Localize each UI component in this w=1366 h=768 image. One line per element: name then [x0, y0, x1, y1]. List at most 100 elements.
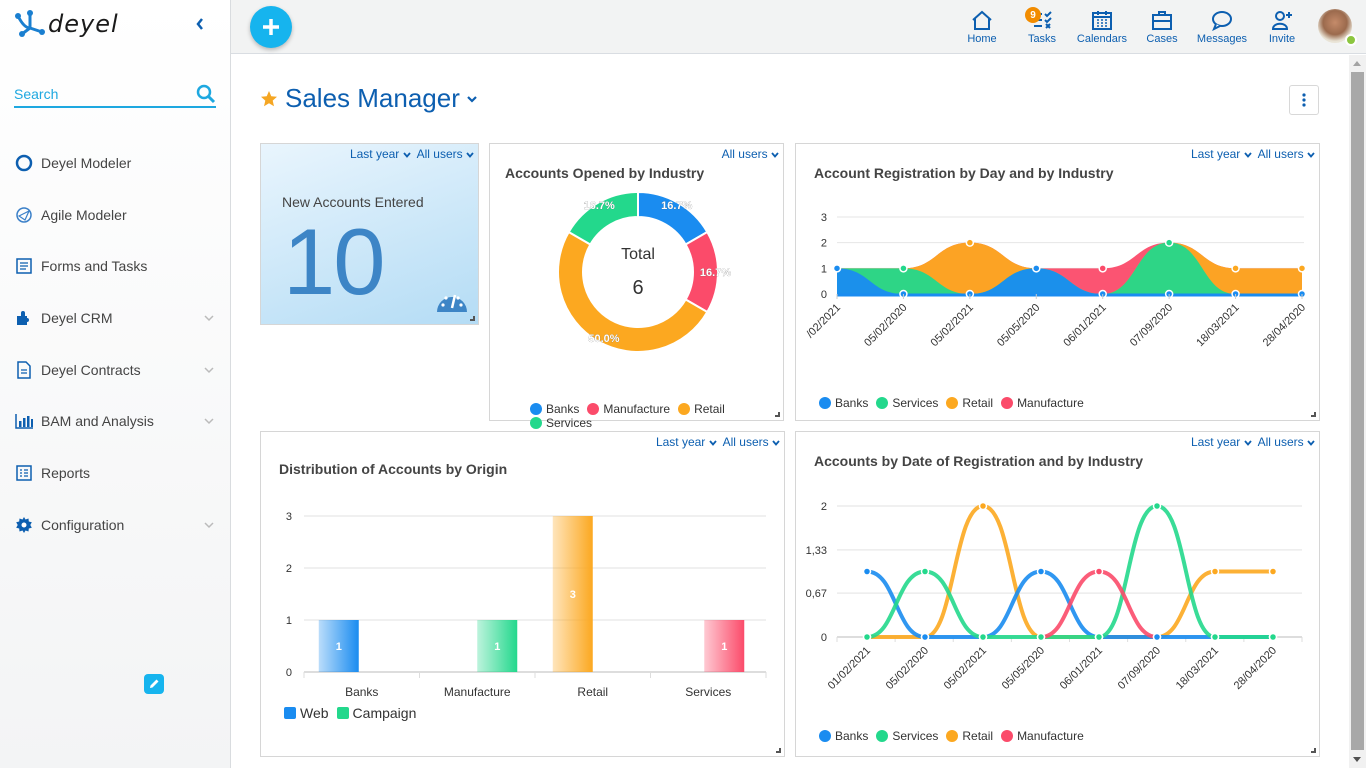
y-tick-label: 2 — [821, 501, 827, 513]
sidebar-item-reports[interactable]: Reports — [0, 447, 230, 499]
sidebar-item-label: Deyel Modeler — [41, 154, 132, 171]
widget-account-registration-by-day: Last year All users Account Registration… — [795, 143, 1320, 421]
donut-center-value: 6 — [632, 277, 643, 299]
vertical-scrollbar[interactable] — [1349, 55, 1366, 768]
legend-item[interactable]: Retail — [946, 396, 993, 410]
y-tick-label: 0 — [821, 632, 827, 644]
legend-label: Services — [892, 729, 939, 743]
line-point — [862, 567, 872, 576]
resize-handle[interactable] — [1311, 412, 1316, 417]
star-icon[interactable] — [260, 90, 278, 108]
resize-handle[interactable] — [776, 748, 781, 753]
collapse-sidebar-button[interactable] — [195, 15, 205, 36]
sidebar-item-forms-and-tasks[interactable]: Forms and Tasks — [0, 240, 230, 292]
x-tick-label: Services — [685, 685, 731, 699]
legend-item[interactable]: Manufacture — [587, 402, 670, 416]
legend-item[interactable]: Banks — [819, 396, 868, 410]
users-filter[interactable]: All users — [417, 147, 474, 161]
circle-ring-icon — [15, 154, 33, 172]
period-filter-label: Last year — [349, 147, 400, 161]
line-point — [1152, 632, 1162, 642]
page-title-text: Sales Manager — [285, 83, 460, 113]
scrollbar-thumb[interactable] — [1351, 72, 1364, 750]
x-tick-label: 05/02/2020 — [884, 645, 931, 692]
sidebar-item-deyel-modeler[interactable]: Deyel Modeler — [0, 137, 230, 189]
edit-menu-button[interactable] — [144, 674, 164, 694]
x-tick-label: 01/02/2021 — [826, 645, 873, 692]
legend-item[interactable]: Retail — [946, 729, 993, 743]
chevron-down-icon — [204, 367, 214, 373]
search-input[interactable] — [14, 82, 184, 106]
nav-messages[interactable]: Messages — [1192, 0, 1252, 45]
report-icon — [15, 464, 33, 482]
legend-swatch — [587, 403, 600, 415]
search-icon[interactable] — [196, 84, 216, 104]
sidebar-item-label: Deyel Contracts — [41, 361, 141, 378]
donut-chart: 16.7% 16.7% 50.0% 16.7% Total 6 — [557, 190, 731, 353]
nav-invite[interactable]: Invite — [1252, 0, 1312, 45]
legend-item[interactable]: Retail — [678, 402, 725, 416]
form-icon — [15, 257, 33, 275]
bar-value-label: 3 — [570, 589, 576, 601]
chart-legend: Web Campaign — [284, 705, 424, 721]
widget-filters: Last year All users — [350, 147, 474, 161]
nav-tasks[interactable]: 9 Tasks — [1012, 0, 1072, 45]
more-options-button[interactable] — [1289, 85, 1319, 115]
y-tick-label: 1 — [821, 263, 827, 275]
legend-item[interactable]: Banks — [530, 402, 579, 416]
sidebar-item-bam-and-analysis[interactable]: BAM and Analysis — [0, 395, 230, 447]
scroll-down-arrow[interactable] — [1353, 757, 1361, 762]
user-avatar[interactable] — [1318, 9, 1357, 46]
sidebar-item-deyel-contracts[interactable]: Deyel Contracts — [0, 344, 230, 396]
chat-icon — [1212, 11, 1232, 31]
line-point — [1268, 632, 1278, 642]
legend-label: Manufacture — [1017, 729, 1084, 743]
legend-label: Banks — [835, 729, 869, 743]
bar-value-label: 1 — [336, 641, 342, 653]
sidebar-item-configuration[interactable]: Configuration — [0, 499, 230, 551]
nav-calendars[interactable]: Calendars — [1072, 0, 1132, 45]
area-point — [899, 264, 908, 273]
resize-handle[interactable] — [1311, 748, 1316, 753]
logo-mark-icon — [15, 10, 45, 37]
pencil-icon — [150, 679, 159, 688]
legend-item[interactable]: Manufacture — [1001, 729, 1084, 743]
page-title[interactable]: Sales Manager — [260, 83, 479, 114]
legend-item[interactable]: Services — [876, 729, 938, 743]
x-tick-label: 05/02/2020 — [862, 302, 909, 349]
legend-swatch — [336, 707, 349, 719]
sidebar: deyel Deyel Modeler Agile Modeler Forms … — [0, 0, 231, 768]
area-point — [965, 238, 975, 247]
top-nav: Home 9 Tasks Calendars Cases Messages In… — [952, 0, 1366, 54]
nav-cases[interactable]: Cases — [1132, 0, 1192, 45]
sidebar-item-deyel-crm[interactable]: Deyel CRM — [0, 292, 230, 344]
scroll-up-arrow[interactable] — [1353, 61, 1361, 66]
legend-item[interactable]: Web — [284, 705, 329, 721]
bar-chart-icon — [15, 412, 33, 430]
resize-handle[interactable] — [775, 412, 780, 417]
bar-value-label: 1 — [494, 641, 500, 653]
donut-center-label: Total — [621, 246, 655, 263]
legend-item[interactable]: Manufacture — [1001, 396, 1084, 410]
sidebar-item-agile-modeler[interactable]: Agile Modeler — [0, 189, 230, 241]
resize-handle[interactable] — [470, 316, 475, 321]
chevron-down-icon — [204, 315, 214, 321]
legend-item[interactable]: Services — [876, 396, 938, 410]
chevron-down-icon[interactable] — [465, 92, 479, 106]
line-point — [862, 632, 872, 642]
period-filter[interactable]: Last year — [350, 147, 411, 161]
donut-data-label: 16.7% — [700, 267, 731, 279]
line-point — [1036, 632, 1046, 642]
line-point — [1210, 632, 1220, 642]
sidebar-item-label: Configuration — [41, 516, 125, 533]
legend-item[interactable]: Services — [530, 416, 592, 430]
area-point — [832, 264, 842, 273]
y-tick-label: 2 — [286, 563, 292, 575]
legend-swatch — [530, 403, 542, 415]
add-button[interactable] — [250, 6, 292, 48]
legend-item[interactable]: Campaign — [336, 705, 416, 721]
legend-item[interactable]: Banks — [819, 729, 868, 743]
nav-label: Messages — [1196, 33, 1248, 45]
deyel-logo[interactable]: deyel — [14, 10, 119, 38]
nav-home[interactable]: Home — [952, 0, 1012, 45]
